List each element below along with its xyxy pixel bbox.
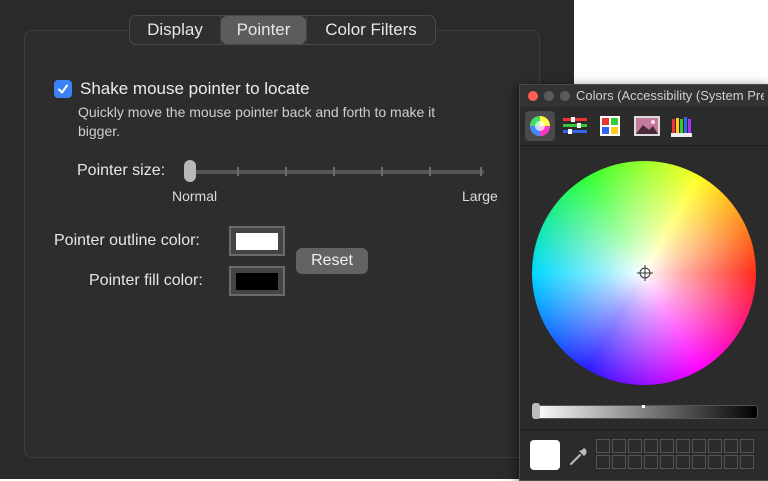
pointer-outline-color-label: Pointer outline color: — [54, 232, 200, 249]
pencils-tab[interactable] — [668, 111, 698, 141]
current-color-swatch[interactable] — [530, 440, 560, 470]
slider-tick — [429, 167, 431, 176]
saved-swatch-cell[interactable] — [644, 455, 658, 469]
color-wheel-tab[interactable] — [525, 111, 555, 141]
saved-swatch-cell[interactable] — [740, 455, 754, 469]
saved-swatch-cell[interactable] — [596, 439, 610, 453]
slider-min-label: Normal — [172, 188, 218, 204]
saved-swatch-cell[interactable] — [724, 439, 738, 453]
saved-swatch-cell[interactable] — [660, 439, 674, 453]
pointer-fill-color-well[interactable] — [229, 266, 285, 296]
color-sliders-icon — [563, 117, 587, 134]
image-palettes-icon — [634, 116, 660, 136]
pointer-fill-color-label: Pointer fill color: — [89, 272, 203, 289]
colors-panel-title: Colors (Accessibility (System Preference… — [576, 88, 764, 103]
brightness-slider-knob[interactable] — [532, 403, 540, 419]
color-palettes-tab[interactable] — [595, 111, 625, 141]
pointer-size-label: Pointer size: — [77, 162, 166, 179]
pencils-icon — [671, 117, 692, 137]
saved-swatch-cell[interactable] — [724, 455, 738, 469]
color-mode-toolbar — [520, 107, 768, 146]
reset-button[interactable]: Reset — [296, 248, 368, 274]
colors-panel-title-bar[interactable]: Colors (Accessibility (System Preference… — [520, 85, 768, 107]
pointer-size-slider[interactable] — [186, 170, 484, 174]
close-button[interactable] — [528, 91, 538, 101]
saved-swatch-cell[interactable] — [628, 455, 642, 469]
shake-to-locate-description: Quickly move the mouse pointer back and … — [78, 104, 436, 139]
tab-bar: Display Pointer Color Filters — [129, 15, 436, 45]
slider-max-label: Large — [462, 188, 498, 204]
slider-tick — [381, 167, 383, 176]
tab-display[interactable]: Display — [130, 16, 221, 44]
saved-swatch-cell[interactable] — [644, 439, 658, 453]
brightness-slider[interactable] — [532, 405, 758, 419]
panel-divider — [520, 429, 768, 430]
slider-tick — [480, 167, 482, 176]
saved-swatch-cell[interactable] — [692, 455, 706, 469]
minimize-button[interactable] — [544, 91, 554, 101]
tab-color-filters[interactable]: Color Filters — [306, 16, 435, 44]
saved-swatch-cell[interactable] — [596, 455, 610, 469]
saved-swatch-cell[interactable] — [676, 455, 690, 469]
zoom-button[interactable] — [560, 91, 570, 101]
slider-tick — [237, 167, 239, 176]
saved-swatch-cell[interactable] — [740, 439, 754, 453]
eyedropper-icon[interactable] — [568, 445, 588, 467]
saved-swatches-grid — [596, 439, 754, 469]
colors-panel: Colors (Accessibility (System Preference… — [519, 84, 768, 481]
saved-swatch-cell[interactable] — [612, 439, 626, 453]
checkmark-icon — [58, 84, 68, 94]
fill-color-swatch — [236, 272, 278, 290]
saved-swatch-cell[interactable] — [628, 439, 642, 453]
pointer-size-slider-knob[interactable] — [184, 160, 196, 182]
pointer-outline-color-well[interactable] — [229, 226, 285, 256]
saved-swatch-cell[interactable] — [708, 439, 722, 453]
saved-swatch-cell[interactable] — [692, 439, 706, 453]
accessibility-preferences-pane: Display Pointer Color Filters Shake mous… — [0, 0, 574, 479]
saved-swatch-cell[interactable] — [612, 455, 626, 469]
crosshair-icon[interactable] — [637, 265, 653, 281]
saved-swatch-cell[interactable] — [708, 455, 722, 469]
slider-tick — [285, 167, 287, 176]
outline-color-swatch — [236, 232, 278, 250]
saved-swatch-cell[interactable] — [676, 439, 690, 453]
saved-swatch-cell[interactable] — [660, 455, 674, 469]
color-wheel-icon — [530, 116, 550, 136]
tab-pointer[interactable]: Pointer — [221, 16, 306, 44]
brightness-marker — [642, 405, 645, 408]
slider-tick — [333, 167, 335, 176]
image-palettes-tab[interactable] — [632, 111, 662, 141]
shake-to-locate-checkbox[interactable] — [54, 80, 72, 98]
color-sliders-tab[interactable] — [560, 111, 590, 141]
color-palettes-icon — [600, 116, 620, 136]
shake-to-locate-label[interactable]: Shake mouse pointer to locate — [80, 79, 310, 99]
